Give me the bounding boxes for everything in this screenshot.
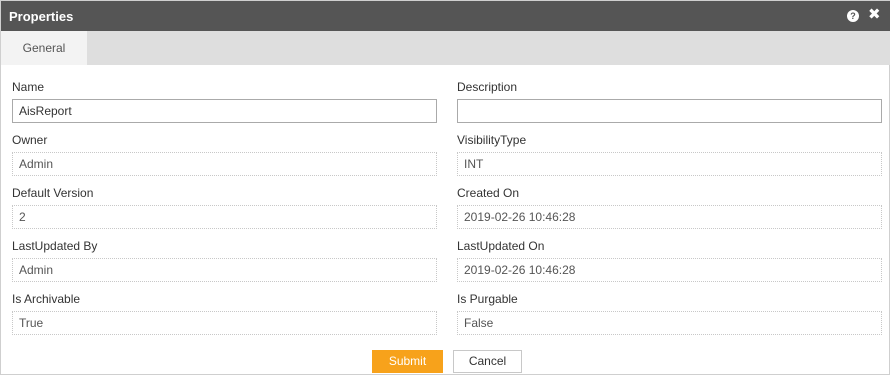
tab-general[interactable]: General [1, 31, 87, 65]
help-icon[interactable]: ? [847, 10, 859, 22]
name-input[interactable] [12, 99, 437, 123]
created-on-label: Created On [457, 186, 520, 200]
properties-dialog: Properties ? ✖ General Name Description … [0, 0, 890, 375]
is-purgable-label: Is Purgable [457, 292, 518, 306]
default-version-field: 2 [12, 205, 437, 229]
visibility-type-label: VisibilityType [457, 133, 527, 147]
cancel-button[interactable]: Cancel [453, 350, 522, 373]
is-archivable-label: Is Archivable [12, 292, 81, 306]
dialog-titlebar: Properties ? ✖ [1, 1, 890, 31]
last-updated-on-label: LastUpdated On [457, 239, 545, 253]
visibility-type-field: INT [457, 152, 882, 176]
default-version-label: Default Version [12, 186, 94, 200]
dialog-title: Properties [9, 9, 74, 24]
close-icon[interactable]: ✖ [868, 6, 881, 24]
last-updated-by-label: LastUpdated By [12, 239, 98, 253]
description-label: Description [457, 80, 518, 94]
submit-button[interactable]: Submit [372, 350, 443, 373]
last-updated-by-field: Admin [12, 258, 437, 282]
is-archivable-field: True [12, 311, 437, 335]
last-updated-on-field: 2019-02-26 10:46:28 [457, 258, 882, 282]
owner-label: Owner [12, 133, 48, 147]
owner-field: Admin [12, 152, 437, 176]
description-input[interactable] [457, 99, 882, 123]
is-purgable-field: False [457, 311, 882, 335]
tab-bar: General [1, 31, 890, 65]
name-label: Name [12, 80, 45, 94]
created-on-field: 2019-02-26 10:46:28 [457, 205, 882, 229]
